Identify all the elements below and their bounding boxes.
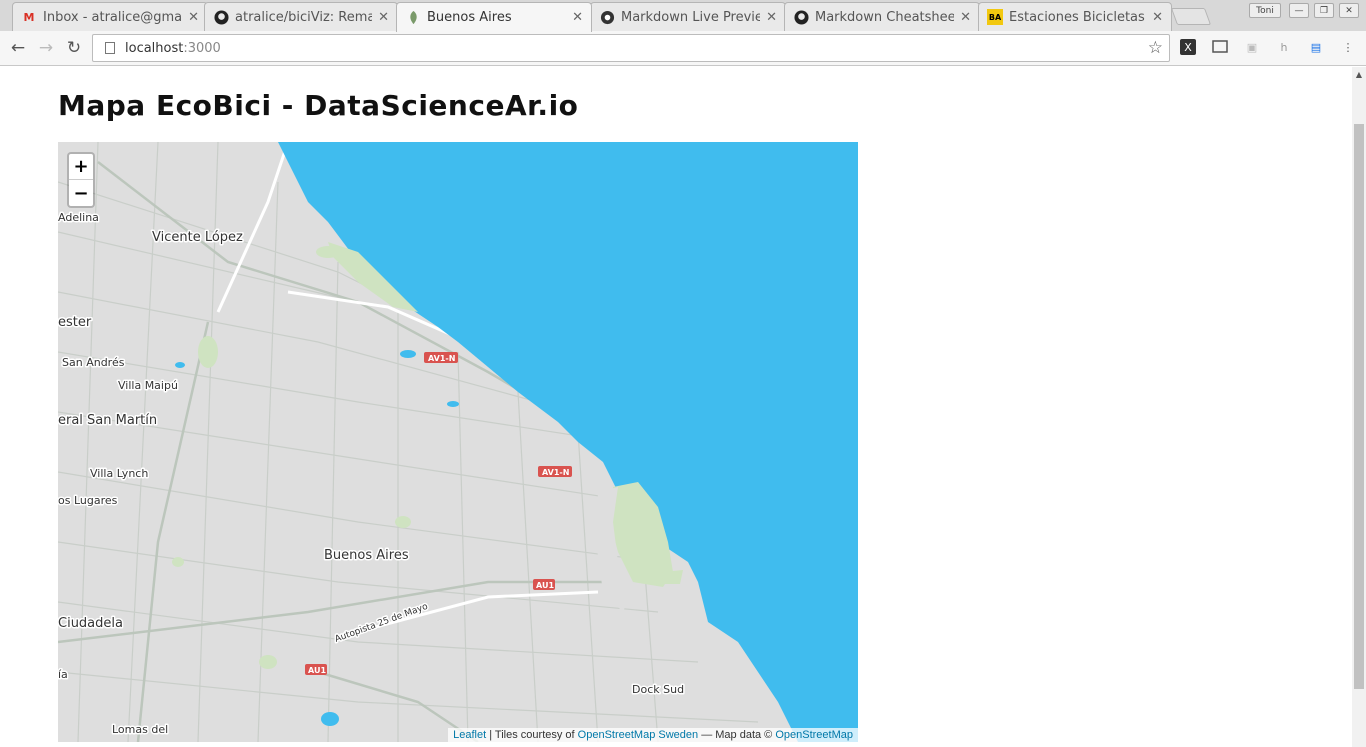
tab-gmail[interactable]: M Inbox - atralice@gmail ✕	[12, 2, 208, 31]
attribution-text: | Tiles courtesy of	[486, 729, 578, 741]
menu-icon[interactable]: ⋮	[1340, 39, 1356, 55]
close-icon[interactable]: ✕	[188, 10, 199, 25]
address-port: :3000	[183, 40, 221, 56]
tab-github-biciviz[interactable]: atralice/biciViz: Remake ✕	[204, 2, 398, 31]
osm-sweden-link[interactable]: OpenStreetMap Sweden	[578, 729, 698, 741]
close-icon[interactable]: ✕	[572, 10, 583, 25]
bookmark-star-icon[interactable]: ☆	[1148, 38, 1163, 58]
address-bar[interactable]: localhost:3000 ☆	[92, 34, 1170, 62]
scroll-up-icon[interactable]: ▲	[1352, 67, 1366, 81]
tab-title: Buenos Aires	[427, 10, 512, 25]
restore-icon[interactable]: ❐	[1314, 3, 1334, 18]
page-content: Mapa EcoBici - DataScienceAr.io AV1-N AV…	[0, 67, 1352, 747]
osm-link[interactable]: OpenStreetMap	[775, 729, 853, 741]
label-villa-maipu: Villa Maipú	[118, 379, 178, 392]
label-adelina: Adelina	[58, 211, 99, 224]
github-icon	[213, 9, 229, 25]
page-icon	[105, 42, 115, 54]
label-lomas: Lomas del	[112, 723, 168, 736]
extension-gray-icon[interactable]: ▣	[1244, 39, 1260, 55]
close-icon[interactable]: ✕	[766, 10, 777, 25]
vertical-scrollbar[interactable]: ▲	[1352, 67, 1366, 747]
cast-icon[interactable]	[1212, 39, 1228, 55]
zoom-out-button[interactable]: −	[69, 180, 93, 206]
address-host: localhost	[125, 40, 184, 56]
label-chester: ester	[58, 315, 92, 330]
label-san-andres: San Andrés	[62, 356, 125, 369]
tab-title: Inbox - atralice@gmail	[43, 9, 183, 25]
extension-x-icon[interactable]: X	[1180, 39, 1196, 55]
browser-toolbar: ← → ↻ localhost:3000 ☆ X ▣ h ▤ ⋮	[0, 31, 1366, 66]
close-icon[interactable]: ✕	[960, 10, 971, 25]
reload-icon[interactable]: ↻	[64, 38, 84, 58]
back-icon[interactable]: ←	[8, 38, 28, 58]
ba-icon: BA	[987, 9, 1003, 25]
tab-estaciones[interactable]: BA Estaciones Bicicletas P ✕	[978, 2, 1172, 31]
zoom-in-button[interactable]: +	[69, 154, 93, 180]
zoom-control: + −	[67, 152, 95, 208]
tab-buenos-aires[interactable]: Buenos Aires ✕	[396, 2, 592, 32]
close-icon[interactable]: ✕	[378, 10, 389, 25]
close-window-icon[interactable]: ✕	[1339, 3, 1359, 18]
shield-av1n-mid: AV1-N	[542, 468, 569, 477]
tab-markdown-live[interactable]: Markdown Live Preview ✕	[590, 2, 786, 31]
label-los-lugares: os Lugares	[58, 494, 118, 507]
map-tiles: AV1-N AV1-N AU1 AU1 Adelina Vicente Lópe…	[58, 142, 858, 742]
forward-icon[interactable]: →	[36, 38, 56, 58]
label-ciudadela: Ciudadela	[58, 616, 123, 631]
extension-h-icon[interactable]: h	[1276, 39, 1292, 55]
profile-button[interactable]: Toni	[1249, 3, 1281, 18]
tab-title: Markdown Cheatsheet	[815, 9, 955, 25]
close-icon[interactable]: ✕	[1152, 10, 1163, 25]
tab-strip: M Inbox - atralice@gmail ✕ atralice/bici…	[0, 0, 1366, 32]
minimize-icon[interactable]: —	[1289, 3, 1309, 18]
tab-title: Markdown Live Preview	[621, 9, 761, 25]
shield-av1n-top: AV1-N	[428, 354, 455, 363]
markdown-live-icon	[599, 9, 615, 25]
tab-markdown-cheatsheet[interactable]: Markdown Cheatsheet ✕	[784, 2, 980, 31]
leaflet-link[interactable]: Leaflet	[453, 729, 486, 741]
github-icon	[793, 9, 809, 25]
label-san-martin: eral San Martín	[58, 413, 157, 428]
tab-title: Estaciones Bicicletas P	[1009, 9, 1147, 25]
label-buenos-aires: Buenos Aires	[324, 548, 409, 563]
map-attribution: Leaflet | Tiles courtesy of OpenStreetMa…	[448, 728, 858, 742]
label-dock-sud: Dock Sud	[632, 683, 684, 696]
scrollbar-thumb[interactable]	[1354, 124, 1364, 689]
label-villa-lynch: Villa Lynch	[90, 467, 148, 480]
label-ia: ía	[58, 668, 68, 681]
extension-blue-icon[interactable]: ▤	[1308, 39, 1324, 55]
tab-title: atralice/biciViz: Remake	[235, 9, 372, 25]
label-vicente-lopez: Vicente López	[152, 230, 243, 245]
leaflet-icon	[405, 10, 421, 26]
map[interactable]: AV1-N AV1-N AU1 AU1 Adelina Vicente Lópe…	[58, 142, 858, 742]
shield-au1-left: AU1	[308, 666, 326, 675]
new-tab-button[interactable]	[1170, 8, 1212, 25]
page-title: Mapa EcoBici - DataScienceAr.io	[58, 89, 579, 122]
attribution-text-2: — Map data ©	[698, 729, 776, 741]
shield-au1-right: AU1	[536, 581, 554, 590]
gmail-icon: M	[23, 10, 35, 24]
